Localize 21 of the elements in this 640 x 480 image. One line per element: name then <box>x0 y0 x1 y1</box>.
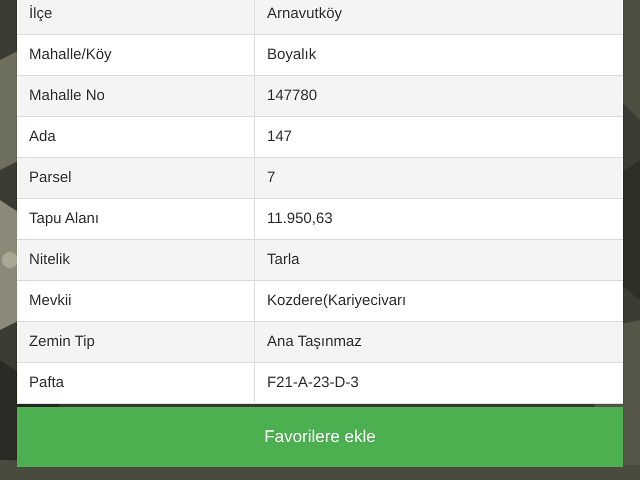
table-cell: İlçe <box>17 0 255 34</box>
table-cell: Mahalle/Köy <box>17 35 255 75</box>
table-cell-text: Ana Taşınmaz <box>266 332 363 352</box>
table-cell-text: Kozdere(Kariyecivarı <box>266 290 408 311</box>
table-cell: Pafta <box>17 363 255 403</box>
table-cell-text: Tarla <box>266 250 301 270</box>
table-cell-text: 147780 <box>266 86 318 106</box>
table-cell: Mahalle No <box>17 76 255 116</box>
table-cell-text: Boyalık <box>266 44 318 65</box>
table-cell: Zemin Tip <box>17 322 255 362</box>
table-cell-text: 11.950,63 <box>266 208 334 229</box>
table-cell-text: F21-A-23-D-3 <box>266 372 360 393</box>
add-to-favorites-button[interactable]: Favorilere ekle <box>17 407 623 467</box>
table-cell-text: 147 <box>266 126 294 147</box>
table-cell-text: 7 <box>266 168 276 188</box>
table-cell: Tapu Alanı <box>17 199 255 239</box>
table-cell-text: Arnavutköy <box>266 4 344 24</box>
table-cell: Nitelik <box>17 240 255 280</box>
table-cell: Parsel <box>17 158 255 198</box>
table-cell: Mevkii <box>17 281 255 321</box>
table-cell: Ada <box>17 117 255 157</box>
